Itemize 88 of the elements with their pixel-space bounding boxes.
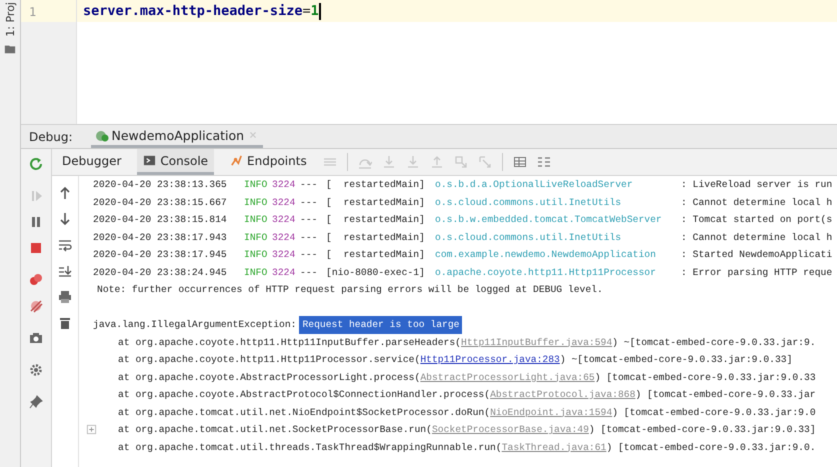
log-timestamp: 2020-04-20 23:38:13.365 <box>93 178 228 192</box>
log-level: INFO <box>244 248 268 262</box>
debug-tab[interactable]: Endpoints <box>224 149 313 175</box>
stack-frame-line: at org.apache.coyote.http11.Http11InputBuffer.parseHeaders(Http11InputBuffer.java:594) ~[tomcat-embed-core-9.0.33.jar:9. <box>118 336 816 350</box>
pin-icon[interactable] <box>29 395 43 409</box>
thread-name: [nio-8080-exec-1] <box>326 266 426 280</box>
process-id: 3224 <box>272 230 296 244</box>
logger-name[interactable]: o.s.b.w.embedded.tomcat.TomcatWebServer <box>435 211 681 228</box>
log-level: INFO <box>244 213 268 227</box>
pause-icon[interactable] <box>29 215 43 229</box>
log-separator: --- <box>300 213 318 227</box>
stop-icon[interactable] <box>29 241 43 255</box>
thread-name: [ restartedMain] <box>326 178 426 192</box>
source-link[interactable]: SocketProcessorBase.java:49 <box>432 424 589 435</box>
stack-frame-line: at org.apache.tomcat.util.threads.TaskThread$WrappingRunnable.run(TaskThread.java:61) [tomcat-embed-core-9.0.33.jar:9.0. <box>118 440 816 454</box>
source-link[interactable]: TaskThread.java:61 <box>502 442 606 452</box>
rerun-icon[interactable] <box>29 157 43 171</box>
stack-frame-line: at org.apache.coyote.AbstractProcessorLight.process(AbstractProcessorLight.java:65) [tomcat-embed-core-9.0.33.jar:9.0.33 <box>118 370 816 384</box>
log-timestamp: 2020-04-20 23:38:15.667 <box>93 196 228 210</box>
stack-frame-line: at org.apache.tomcat.util.net.NioEndpoint$SocketProcessor.doRun(NioEndpoint.java:1594) [tomcat-embed-core-9.0.33.jar:9.0 <box>118 406 816 420</box>
log-message: : Cannot determine local h <box>681 196 832 210</box>
log-separator: --- <box>300 178 318 192</box>
trash-icon[interactable] <box>58 316 72 330</box>
thread-name: [ restartedMain] <box>326 248 426 262</box>
log-separator: --- <box>300 196 318 210</box>
mute-breakpoints-icon[interactable] <box>29 299 43 313</box>
debug-tab[interactable]: Console <box>137 149 214 175</box>
log-message: : Cannot determine local h <box>681 230 832 244</box>
stack-frame-line: at org.apache.coyote.AbstractProtocol$ConnectionHandler.process(AbstractProtocol.java:868) [tomcat-embed-core-9.0.33.jar <box>118 388 816 402</box>
text-cursor <box>318 2 321 20</box>
log-message: : Error parsing HTTP reque <box>681 266 832 280</box>
scroll-to-end-icon[interactable] <box>58 264 72 278</box>
project-tab[interactable]: 1: Proj <box>4 0 16 39</box>
log-message: : LiveReload server is run <box>681 178 832 192</box>
camera-icon[interactable] <box>29 331 43 345</box>
source-link[interactable]: AbstractProcessorLight.java:65 <box>420 372 595 382</box>
debug-label: Debug: <box>29 130 73 144</box>
log-timestamp: 2020-04-20 23:38:17.943 <box>93 230 228 244</box>
thread-name: [ restartedMain] <box>326 230 426 244</box>
fold-plus-icon[interactable] <box>86 424 97 436</box>
log-note: Note: further occurrences of HTTP request parsing errors will be logged at DEBUG level. <box>96 283 603 297</box>
endpoints-icon <box>230 154 244 167</box>
log-level: INFO <box>244 230 268 244</box>
run-config-icon <box>94 128 109 142</box>
down-arrow-icon[interactable] <box>58 212 72 226</box>
process-id: 3224 <box>272 196 296 210</box>
stack-frame-line: at org.apache.coyote.http11.Http11Processor.service(Http11Processor.java:283) ~[tomcat-embed-core-9.0.33.jar:9.0.33] <box>118 353 792 367</box>
process-id: 3224 <box>272 178 296 192</box>
log-level: INFO <box>244 178 268 192</box>
log-separator: --- <box>300 230 318 244</box>
logger-name[interactable]: o.s.cloud.commons.util.InetUtils <box>435 194 681 211</box>
console-icon <box>143 154 156 167</box>
logger-name[interactable]: o.s.cloud.commons.util.InetUtils <box>435 228 681 246</box>
log-separator: --- <box>300 266 318 280</box>
log-timestamp: 2020-04-20 23:38:17.945 <box>93 248 228 262</box>
stack-frame-line: at org.apache.tomcat.util.net.SocketProcessorBase.run(SocketProcessorBase.java:49) [tomcat-embed-core-9.0.33.jar:9.0.33] <box>118 423 816 437</box>
process-id: 3224 <box>272 266 296 280</box>
folder-icon <box>4 42 16 55</box>
soft-wrap-icon[interactable] <box>58 238 72 252</box>
source-link[interactable]: AbstractProtocol.java:868 <box>490 389 636 400</box>
thread-name: [ restartedMain] <box>326 213 426 227</box>
source-link[interactable]: Http11Processor.java:283 <box>420 354 560 365</box>
process-id: 3224 <box>272 248 296 262</box>
log-message: : Started NewdemoApplicati <box>681 248 832 262</box>
exception-type: java.lang.IllegalArgumentException: <box>93 318 296 332</box>
thread-name: [ restartedMain] <box>326 196 426 210</box>
line-number: 1 <box>21 0 76 22</box>
source-link[interactable]: Http11InputBuffer.java:594 <box>461 336 612 348</box>
log-timestamp: 2020-04-20 23:38:24.945 <box>93 266 228 280</box>
logger-name[interactable]: o.s.b.d.a.OptionalLiveReloadServer <box>435 176 681 194</box>
log-level: INFO <box>244 196 268 210</box>
logger-name[interactable]: com.example.newdemo.NewdemoApplication <box>435 246 681 264</box>
breakpoints-icon[interactable] <box>29 273 43 287</box>
debug-tab[interactable]: Debugger <box>56 149 128 175</box>
log-separator: --- <box>300 248 318 262</box>
up-arrow-icon[interactable] <box>58 186 72 200</box>
list-icon[interactable] <box>536 155 551 169</box>
settings-icon[interactable] <box>29 363 43 377</box>
logger-name[interactable]: o.apache.coyote.http11.Http11Processor <box>435 264 681 281</box>
log-level: INFO <box>244 266 268 280</box>
selected-text: Request header is too large <box>299 316 462 334</box>
log-message: : Tomcat started on port(s <box>681 213 832 227</box>
session-tab-title: NewdemoApplication <box>112 128 244 142</box>
log-timestamp: 2020-04-20 23:38:15.814 <box>93 213 228 227</box>
table-icon[interactable] <box>512 155 527 169</box>
process-id: 3224 <box>272 213 296 227</box>
printer-icon[interactable] <box>58 290 72 304</box>
source-link[interactable]: NioEndpoint.java:1594 <box>490 406 612 418</box>
